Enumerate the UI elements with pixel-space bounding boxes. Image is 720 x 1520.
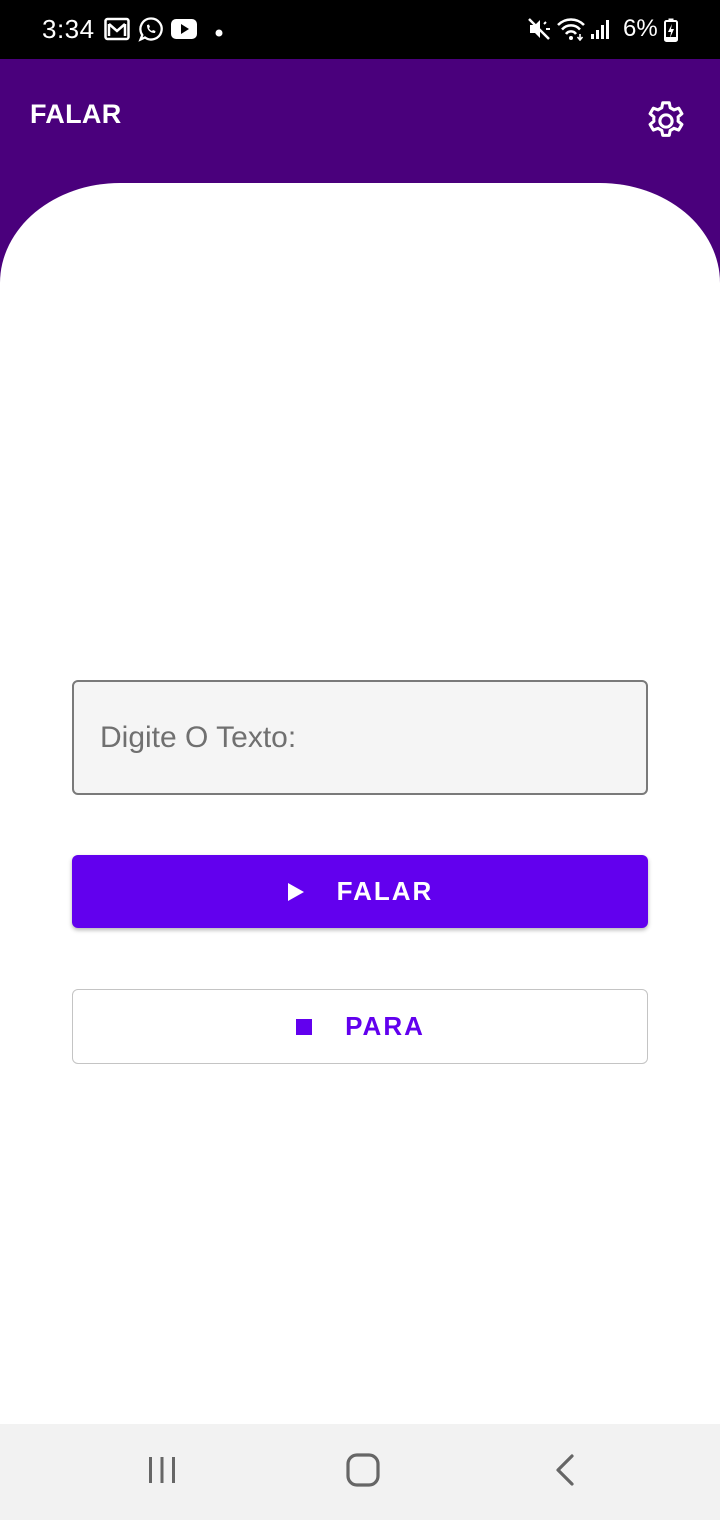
status-time: 3:34 xyxy=(42,14,95,44)
stop-button-label: PARA xyxy=(345,1011,425,1041)
settings-button[interactable] xyxy=(640,97,692,149)
signal-icon xyxy=(590,18,612,45)
navigation-bar xyxy=(0,1424,720,1520)
text-input[interactable] xyxy=(72,680,648,795)
back-button[interactable] xyxy=(545,1452,585,1492)
whatsapp-icon xyxy=(138,16,164,47)
battery-percent: 6% xyxy=(623,15,658,42)
speak-button-label: FALAR xyxy=(336,876,434,906)
recent-apps-button[interactable] xyxy=(142,1452,182,1492)
recent-apps-icon xyxy=(145,1455,179,1490)
gear-icon xyxy=(643,98,689,149)
battery-charging-icon xyxy=(664,18,678,47)
youtube-icon xyxy=(170,18,198,45)
stop-button[interactable]: PARA xyxy=(72,989,648,1064)
status-bar: 3:34 6% xyxy=(0,0,720,59)
gmail-icon xyxy=(104,17,130,46)
play-icon xyxy=(287,882,305,902)
dot-icon xyxy=(214,25,224,43)
home-icon xyxy=(345,1452,381,1493)
content-area xyxy=(0,183,720,1424)
mute-icon xyxy=(526,16,552,47)
back-icon xyxy=(553,1453,577,1492)
app-title: FALAR xyxy=(30,99,122,129)
wifi-icon xyxy=(556,17,586,46)
home-button[interactable] xyxy=(343,1452,383,1492)
stop-icon xyxy=(295,1018,313,1036)
speak-button[interactable]: FALAR xyxy=(72,855,648,928)
